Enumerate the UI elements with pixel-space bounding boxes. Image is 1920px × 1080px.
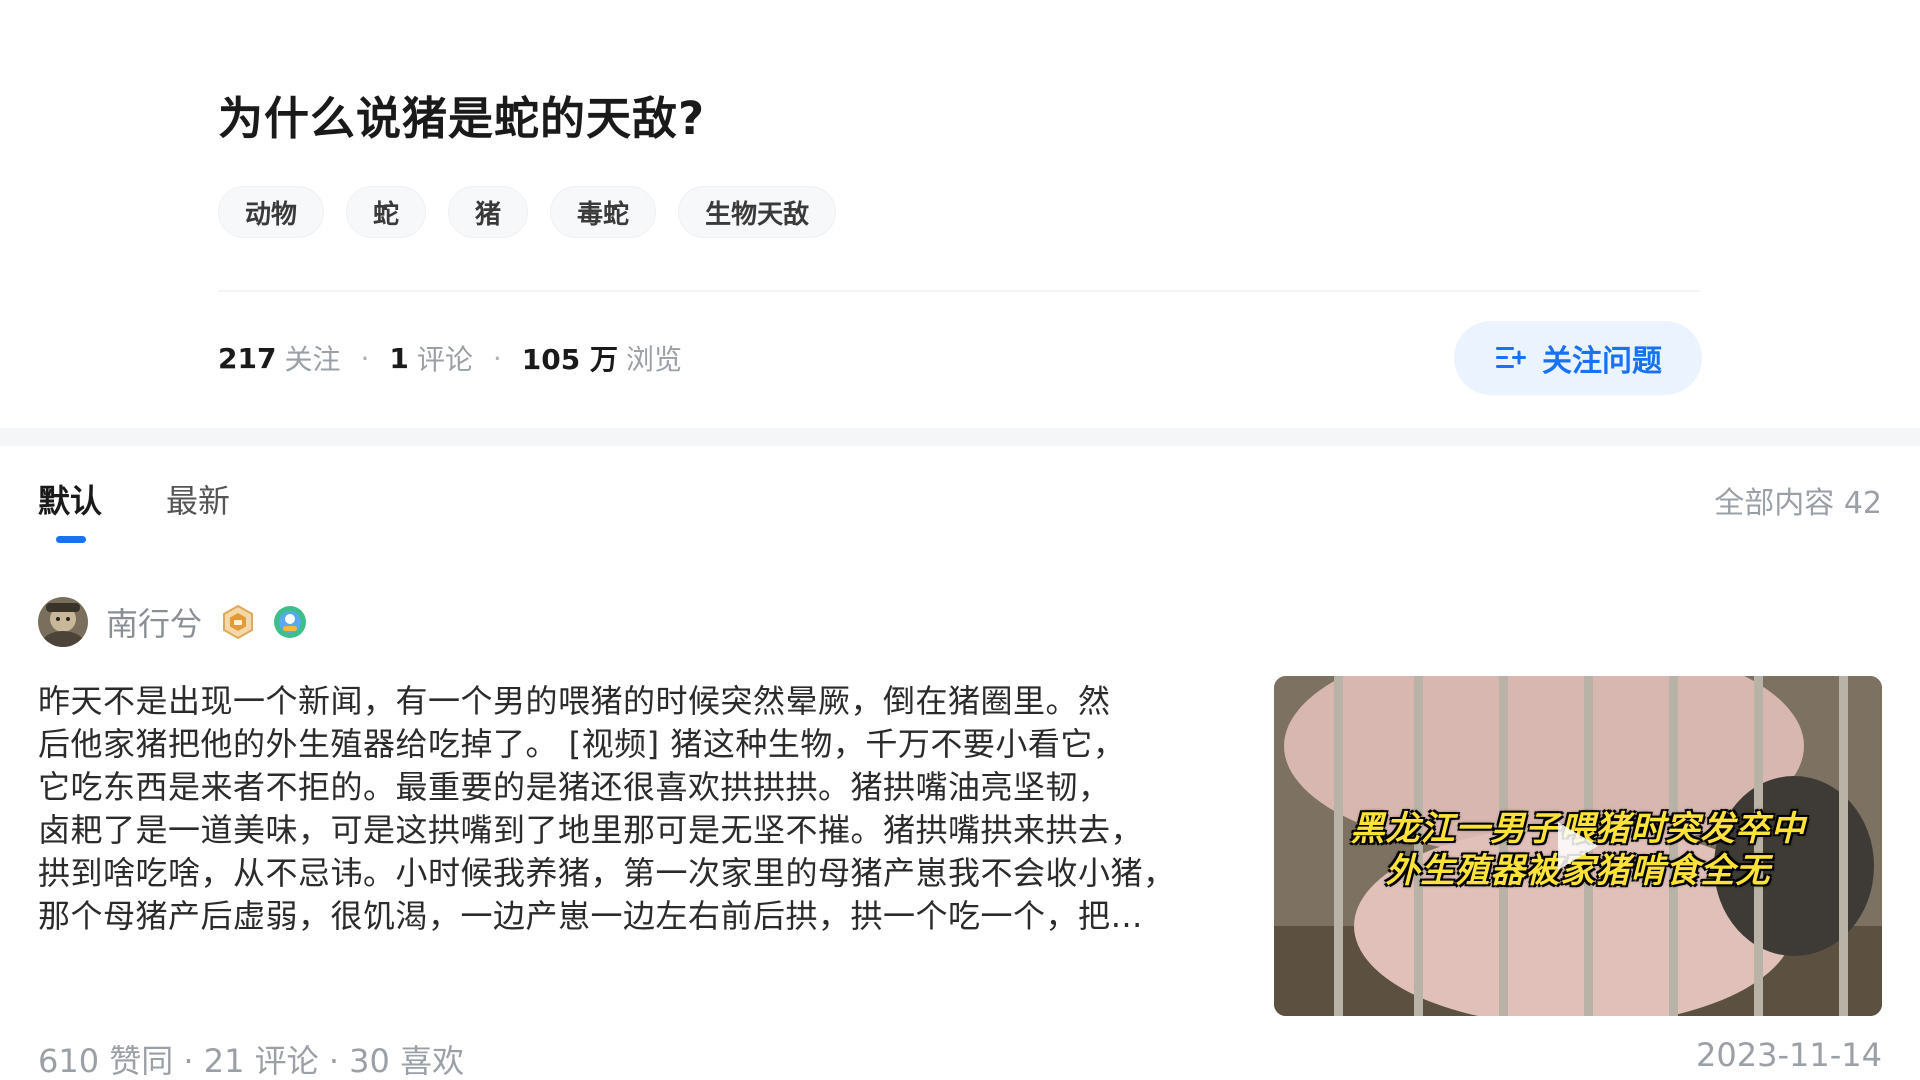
follow-question-button[interactable]: 关注问题 (1454, 321, 1702, 395)
topic-tag[interactable]: 猪 (448, 186, 529, 238)
follow-question-icon (1496, 347, 1526, 368)
topic-tag[interactable]: 蛇 (346, 186, 427, 238)
comment-count[interactable]: 1 (389, 342, 408, 375)
total-content-count: 全部内容 42 (1714, 486, 1882, 521)
header-divider (218, 290, 1700, 292)
topic-tag[interactable]: 毒蛇 (550, 186, 657, 238)
tab-latest[interactable]: 最新 (166, 476, 230, 522)
answer-text-line: 那个母猪产后虚弱，很饥渴，一边产崽一边左右前后拱，拱一个吃一个，把… (38, 897, 1144, 935)
author-badge-icon[interactable] (220, 604, 256, 640)
answer-text-line: 它吃东西是来者不拒的。最重要的是猪还很喜欢拱拱拱。猪拱嘴油亮坚韧， (38, 768, 1111, 806)
answer-author: 南行兮 (38, 596, 308, 648)
author-medal-icon[interactable] (272, 604, 308, 640)
answer-text-line: 拱到啥吃啥，从不忌讳。小时候我养猪，第一次家里的母猪产崽我不会收小猪， (38, 854, 1176, 892)
section-separator (0, 428, 1920, 446)
answer-date: 2023-11-14 (1696, 1036, 1882, 1074)
stat-separator: · (492, 341, 502, 375)
answer-text-line: 卤耙了是一道美味，可是这拱嘴到了地里那可是无坚不摧。猪拱嘴拱来拱去， (38, 811, 1144, 849)
active-tab-indicator (56, 536, 86, 543)
follow-question-label: 关注问题 (1542, 344, 1662, 379)
video-thumbnail[interactable]: 黑龙江一男子喂猪时突发卒中 外生殖器被家猪啃食全无 (1274, 676, 1882, 1016)
answer-text-line: 昨天不是出现一个新闻，有一个男的喂猪的时候突然晕厥，倒在猪圈里。然 (38, 682, 1111, 720)
question-page: 为什么说猪是蛇的天敌? 动物 蛇 猪 毒蛇 生物天敌 217 关注 · 1 评论… (0, 0, 1920, 1080)
view-count: 105 万 (521, 343, 618, 376)
answer-text-line: 后他家猪把他的外生殖器给吃掉了。 [视频] 猪这种生物，千万不要小看它， (38, 725, 1126, 763)
tab-default[interactable]: 默认 (38, 476, 102, 522)
play-icon[interactable] (1554, 818, 1602, 874)
topic-tags: 动物 蛇 猪 毒蛇 生物天敌 (218, 186, 837, 238)
question-stats: 217 关注 · 1 评论 · 105 万 浏览 (218, 338, 682, 378)
answer-meta: 610 赞同 · 21 评论 · 30 喜欢 (38, 1042, 465, 1080)
answer-excerpt[interactable]: 昨天不是出现一个新闻，有一个男的喂猪的时候突然晕厥，倒在猪圈里。然 后他家猪把他… (38, 680, 1270, 938)
question-header: 为什么说猪是蛇的天敌? 动物 蛇 猪 毒蛇 生物天敌 217 关注 · 1 评论… (0, 0, 1920, 428)
topic-tag[interactable]: 动物 (218, 186, 325, 238)
author-avatar[interactable] (38, 597, 88, 647)
topic-tag[interactable]: 生物天敌 (678, 186, 837, 238)
follow-count: 217 (218, 341, 277, 375)
answer-tabs: 默认 最新 全部内容 42 (0, 446, 1920, 546)
author-name[interactable]: 南行兮 (106, 599, 202, 645)
comment-count-label[interactable]: 评论 (417, 338, 473, 378)
view-count-label: 浏览 (625, 343, 682, 376)
stat-separator: · (360, 341, 370, 375)
question-title[interactable]: 为什么说猪是蛇的天敌? (218, 82, 705, 147)
follow-count-label: 关注 (284, 343, 341, 376)
